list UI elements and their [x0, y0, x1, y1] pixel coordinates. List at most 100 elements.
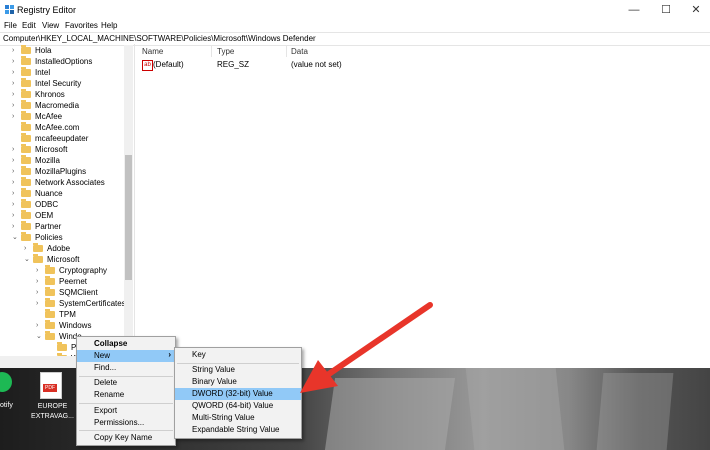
folder-icon [21, 188, 31, 197]
column-header-name[interactable]: Name [142, 47, 163, 56]
expand-chevron-icon[interactable]: ⌄ [24, 254, 32, 265]
folder-icon [21, 67, 31, 76]
menu-item-export[interactable]: Export [77, 405, 175, 417]
spotify-shortcut-label[interactable]: otify [0, 402, 13, 409]
folder-icon [21, 56, 31, 65]
folder-icon [21, 89, 31, 98]
expand-chevron-icon[interactable]: › [12, 56, 20, 67]
expand-chevron-icon[interactable]: › [12, 89, 20, 100]
expand-chevron-icon[interactable]: › [12, 199, 20, 210]
menu-favorites[interactable]: Favorites [65, 21, 98, 30]
tree-item-label: Cryptography [59, 266, 108, 275]
address-bar[interactable]: Computer\HKEY_LOCAL_MACHINE\SOFTWARE\Pol… [0, 32, 710, 46]
folder-icon [45, 276, 55, 285]
folder-icon [21, 155, 31, 164]
menu-edit[interactable]: Edit [22, 21, 36, 30]
expand-chevron-icon[interactable]: › [12, 144, 20, 155]
spotify-icon[interactable] [0, 372, 12, 392]
submenu-item-string-value[interactable]: String Value [175, 364, 301, 376]
tree-item-label: InstalledOptions [35, 57, 93, 66]
tree-item-label: OEM [35, 211, 54, 220]
expand-chevron-icon[interactable]: › [12, 100, 20, 111]
folder-icon [45, 309, 55, 318]
title-bar: Registry Editor — ☐ ✕ [0, 0, 710, 20]
expand-chevron-icon[interactable]: › [36, 320, 44, 331]
folder-icon [45, 287, 55, 296]
menu-help[interactable]: Help [101, 21, 117, 30]
folder-icon [21, 111, 31, 120]
expand-chevron-icon[interactable]: › [12, 221, 20, 232]
expand-chevron-icon[interactable]: › [12, 111, 20, 122]
pane-divider[interactable] [134, 44, 135, 368]
submenu-arrow-icon: › [168, 350, 171, 359]
expand-chevron-icon[interactable]: › [12, 78, 20, 89]
menu-item-find[interactable]: Find... [77, 362, 175, 374]
submenu-item-key[interactable]: Key [175, 349, 301, 361]
address-path[interactable]: Computer\HKEY_LOCAL_MACHINE\SOFTWARE\Pol… [3, 34, 316, 43]
expand-chevron-icon[interactable]: › [12, 67, 20, 78]
folder-icon [33, 254, 43, 263]
menu-view[interactable]: View [42, 21, 59, 30]
folder-icon [21, 199, 31, 208]
submenu-item-qword-value[interactable]: QWORD (64-bit) Value [175, 400, 301, 412]
tree-scrollbar-thumb[interactable] [125, 155, 132, 280]
menu-item-rename[interactable]: Rename [77, 389, 175, 401]
column-separator[interactable] [211, 45, 212, 57]
tree-item-label: TPM [59, 310, 76, 319]
menu-item-copy-key-name[interactable]: Copy Key Name [77, 432, 175, 444]
tree-item-label: Microsoft [47, 255, 80, 264]
menu-item-delete[interactable]: Delete [77, 377, 175, 389]
expand-chevron-icon[interactable]: › [36, 276, 44, 287]
submenu-item-binary-value[interactable]: Binary Value [175, 376, 301, 388]
expand-chevron-icon[interactable]: › [12, 155, 20, 166]
menu-item-collapse[interactable]: Collapse [77, 338, 175, 350]
folder-icon [21, 177, 31, 186]
submenu-item-expandable-string-value[interactable]: Expandable String Value [175, 424, 301, 436]
expand-chevron-icon[interactable]: › [12, 177, 20, 188]
expand-chevron-icon[interactable]: ⌄ [36, 331, 44, 342]
menu-item-permissions[interactable]: Permissions... [77, 417, 175, 429]
key-tree[interactable]: › Hola › InstalledOptions › Intel › Intel Secur… [0, 45, 134, 368]
column-header-data[interactable]: Data [291, 47, 308, 56]
folder-icon [45, 331, 55, 340]
folder-icon [21, 78, 31, 87]
pdf-badge: PDF [43, 384, 57, 392]
expand-chevron-icon[interactable]: › [36, 298, 44, 309]
pdf-label-line-2: EXTRAVAG... [31, 413, 74, 420]
tree-item-label: ODBC [35, 200, 59, 209]
tree-item-label: Intel [35, 68, 51, 77]
maximize-button[interactable]: ☐ [650, 0, 682, 20]
close-button[interactable]: ✕ [680, 0, 710, 20]
menu-separator [79, 403, 173, 404]
submenu-item-dword-value[interactable]: DWORD (32-bit) Value [175, 388, 301, 400]
column-header-type[interactable]: Type [217, 47, 234, 56]
values-pane[interactable]: Name Type Data ab (Default) REG_SZ (valu… [136, 45, 710, 368]
expand-chevron-icon[interactable]: › [12, 210, 20, 221]
submenu-item-multi-string-value[interactable]: Multi-String Value [175, 412, 301, 424]
registry-editor-app-icon [5, 5, 14, 14]
minimize-button[interactable]: — [618, 0, 650, 20]
folder-icon [21, 122, 31, 131]
pdf-file-label[interactable]: EUROPE EXTRAVAG... [30, 402, 75, 422]
tree-item-label: MozillaPlugins [35, 167, 87, 176]
pdf-label-line-1: EUROPE [37, 403, 68, 410]
expand-chevron-icon[interactable]: › [36, 287, 44, 298]
expand-chevron-icon[interactable]: › [12, 45, 20, 56]
expand-chevron-icon[interactable]: › [36, 265, 44, 276]
expand-chevron-icon[interactable]: ⌄ [12, 232, 20, 243]
folder-icon [21, 210, 31, 219]
value-name[interactable]: (Default) [153, 60, 184, 69]
column-separator[interactable] [286, 45, 287, 57]
folder-icon [21, 100, 31, 109]
tree-item-label: Peernet [59, 277, 88, 286]
menu-item-new[interactable]: New › [77, 350, 175, 362]
tree-item-label: SQMClient [59, 288, 98, 297]
folder-icon [21, 45, 31, 54]
expand-chevron-icon[interactable]: › [12, 188, 20, 199]
expand-chevron-icon[interactable]: › [24, 243, 32, 254]
tree-item-label: Macromedia [35, 101, 80, 110]
value-type: REG_SZ [217, 60, 250, 69]
menu-file[interactable]: File [4, 21, 17, 30]
menu-separator [79, 430, 173, 431]
expand-chevron-icon[interactable]: › [12, 166, 20, 177]
